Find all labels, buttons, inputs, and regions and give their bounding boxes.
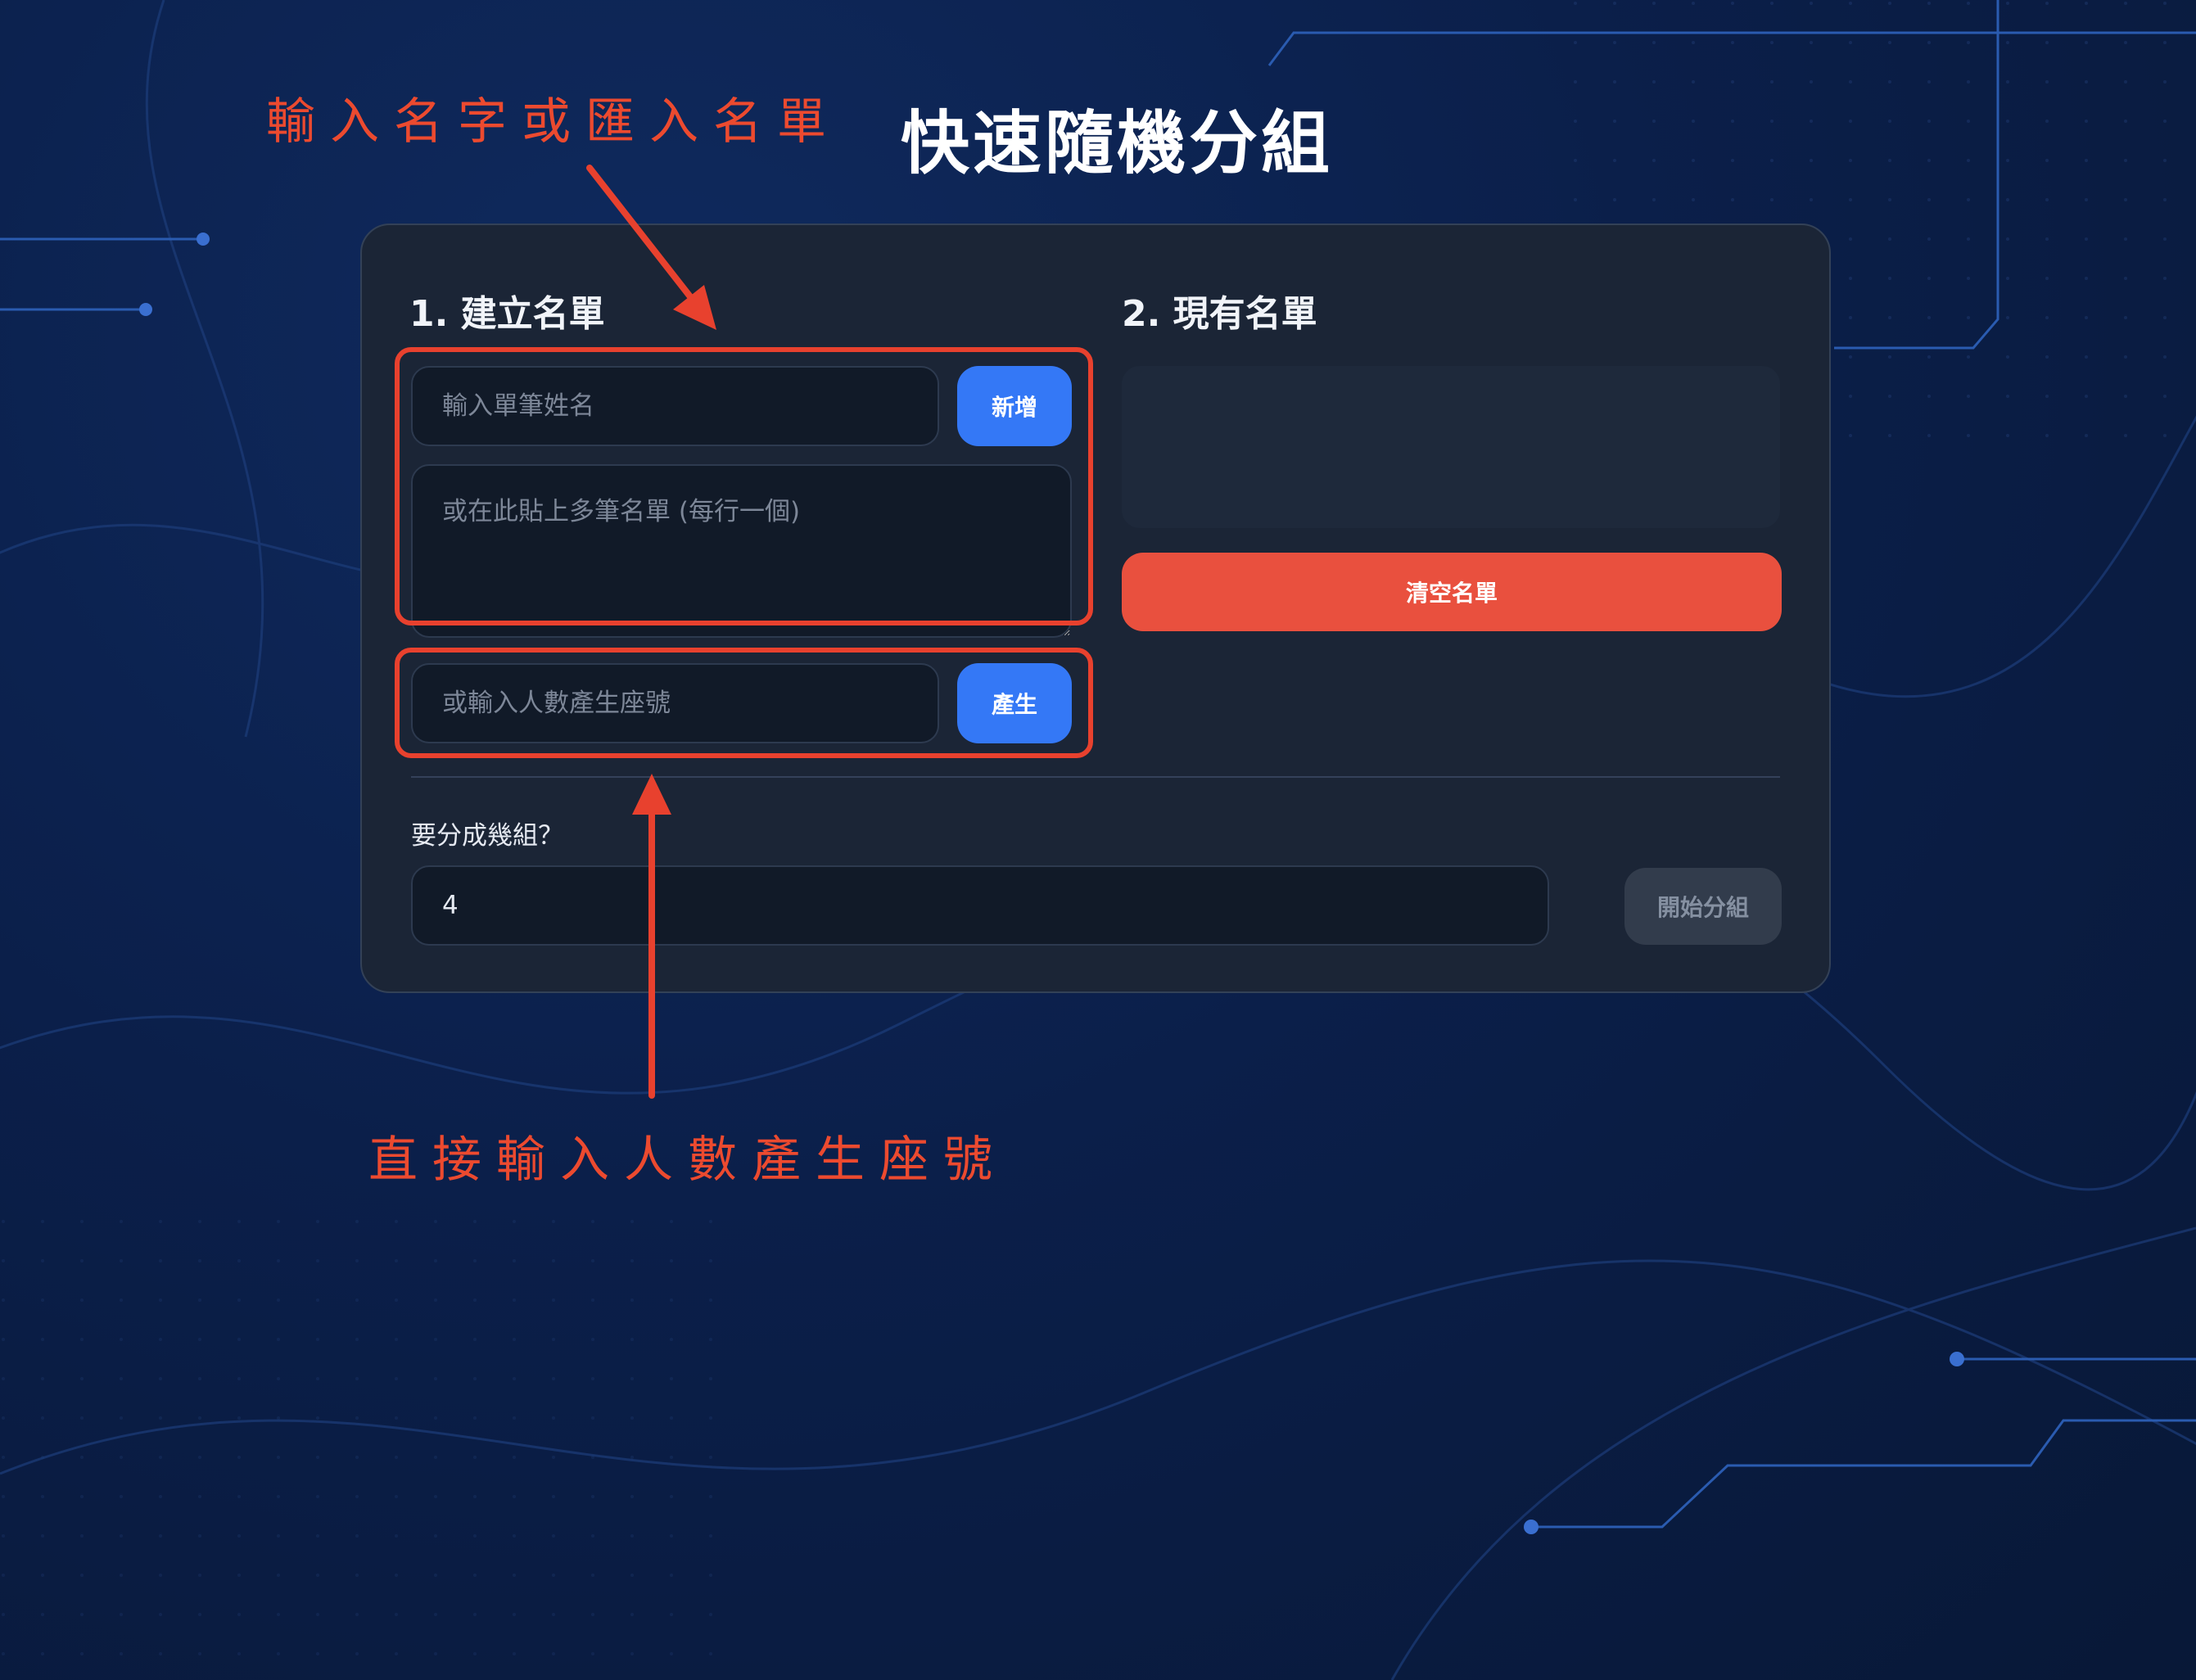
current-list-title: 2. 現有名單 bbox=[1122, 293, 1317, 335]
divider bbox=[411, 776, 1780, 778]
group-count-input[interactable] bbox=[411, 865, 1549, 946]
annotation-top: 輸入名字或匯入名單 bbox=[266, 93, 841, 151]
annotation-bottom: 直接輸入人數產生座號 bbox=[368, 1131, 1007, 1189]
current-list-box bbox=[1122, 366, 1780, 528]
highlight-box-name-entry bbox=[395, 347, 1093, 625]
clear-list-button[interactable]: 清空名單 bbox=[1122, 553, 1782, 631]
highlight-box-seat-count bbox=[395, 648, 1093, 758]
group-count-label: 要分成幾組？ bbox=[411, 821, 563, 851]
page-title: 快速隨機分組 bbox=[901, 103, 1334, 183]
start-grouping-button[interactable]: 開始分組 bbox=[1624, 868, 1782, 945]
build-list-title: 1. 建立名單 bbox=[409, 293, 605, 335]
